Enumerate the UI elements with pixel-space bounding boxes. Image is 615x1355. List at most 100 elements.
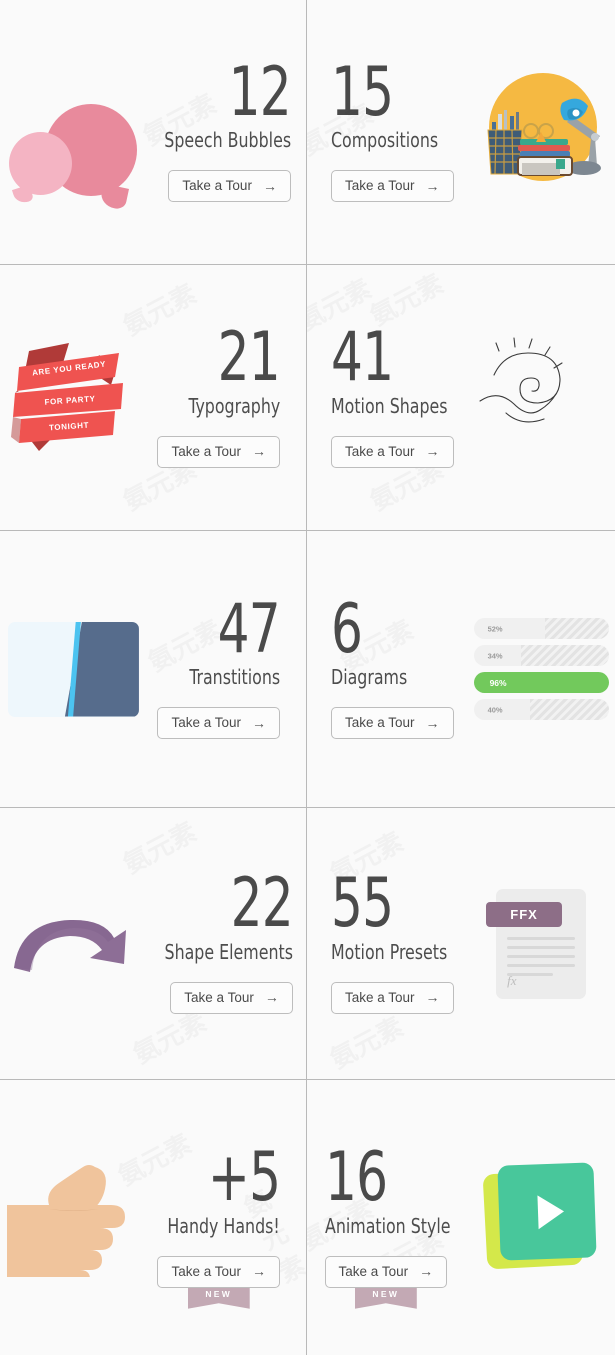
arrow-right-icon: → <box>425 177 440 194</box>
arrow-right-icon: → <box>252 1263 266 1280</box>
tour-button-wrap: Take a Tour → <box>157 707 280 740</box>
curved-arrow-illustration <box>0 808 147 1079</box>
tour-button-wrap: Take a Tour → <box>331 981 454 1014</box>
arrow-right-icon: → <box>425 714 440 731</box>
card-speech-bubbles[interactable]: 12 Speech Bubbles Take a Tour → 氨元素 <box>0 0 307 265</box>
document-shape: FFX fx <box>486 888 587 999</box>
thumbs-up-hand-illustration <box>0 1080 147 1355</box>
bar-value: 40% <box>487 705 503 714</box>
card-number: 41 <box>331 318 394 398</box>
ffx-document-illustration: FFX fx <box>467 808 615 1079</box>
card-label: Handy Hands! <box>167 1213 280 1238</box>
take-a-tour-label: Take a Tour <box>171 1263 241 1279</box>
spiral-line-art-illustration <box>467 265 615 530</box>
tour-button-wrap: Take a Tour → NEW <box>157 1255 280 1309</box>
arrow-right-icon: → <box>262 177 277 194</box>
take-a-tour-button[interactable]: Take a Tour → <box>331 435 454 468</box>
take-a-tour-label: Take a Tour <box>345 989 415 1005</box>
tour-button-wrap: Take a Tour → <box>157 435 280 468</box>
bar-row: 52% <box>473 618 609 639</box>
play-card-front[interactable] <box>497 1161 597 1261</box>
take-a-tour-button[interactable]: Take a Tour → <box>157 1255 280 1288</box>
play-button-card-illustration <box>467 1080 615 1355</box>
desk-lamp-books-illustration: ▲ <box>467 0 615 264</box>
arrow-right-icon: → <box>425 443 440 460</box>
card-shape-elements[interactable]: 22 Shape Elements Take a Tour → 氨元素 氨元素 <box>0 808 307 1080</box>
card-number: 16 <box>324 1138 388 1218</box>
tour-button-wrap: Take a Tour → <box>170 981 293 1014</box>
card-info: 15 Compositions Take a Tour → <box>307 58 467 203</box>
watermark: 氨元素 <box>323 1007 409 1076</box>
take-a-tour-button[interactable]: Take a Tour → <box>157 435 280 468</box>
bar-value: 52% <box>487 624 503 633</box>
take-a-tour-button[interactable]: Take a Tour → <box>168 170 291 203</box>
bar-row-highlighted: 96% <box>473 672 609 693</box>
card-label: Transtitions <box>189 665 280 690</box>
take-a-tour-label: Take a Tour <box>338 1263 409 1279</box>
card-number: 21 <box>217 318 281 398</box>
card-label: Diagrams <box>331 665 408 690</box>
card-compositions[interactable]: ▲ 15 Compositions Take a Tour → 氨元素 <box>307 0 615 265</box>
tour-button-wrap: Take a Tour → <box>331 707 454 740</box>
chevron-up-icon[interactable]: ▲ <box>533 128 550 145</box>
card-handy-hands[interactable]: +5 Handy Hands! Take a Tour → NEW 氨元素 氨元… <box>0 1080 307 1355</box>
speech-bubble-small <box>9 132 73 195</box>
speech-bubbles-illustration <box>0 0 147 264</box>
card-label: Speech Bubbles <box>164 128 291 153</box>
transition-card-illustration <box>0 531 147 807</box>
card-label: Animation Style <box>324 1213 451 1238</box>
card-transitions[interactable]: 47 Transtitions Take a Tour → 氨元素 <box>0 531 307 808</box>
ribbon-banner-illustration: ARE YOU READY FOR PARTY TONIGHT <box>0 265 147 530</box>
bar-row: 34% <box>473 645 609 666</box>
bar-chart-illustration: 52% 34% 96% 40% <box>467 531 615 807</box>
take-a-tour-label: Take a Tour <box>345 443 415 459</box>
card-info: 6 Diagrams Take a Tour → <box>307 589 467 740</box>
take-a-tour-label: Take a Tour <box>345 178 415 194</box>
take-a-tour-button[interactable]: Take a Tour → <box>331 170 454 203</box>
take-a-tour-button[interactable]: Take a Tour → <box>170 981 293 1014</box>
bar-value: 96% <box>489 677 507 688</box>
arrow-right-icon: → <box>425 989 440 1006</box>
play-card-stack <box>482 1161 597 1272</box>
card-label: Shape Elements <box>164 939 293 964</box>
card-info: +5 Handy Hands! Take a Tour → NEW <box>147 1138 306 1309</box>
card-motion-presets[interactable]: FFX fx 55 Motion Presets Take a Tour → 氨… <box>307 808 615 1080</box>
tour-button-wrap: Take a Tour → <box>331 435 454 468</box>
feature-grid: 12 Speech Bubbles Take a Tour → 氨元素 <box>0 0 615 1355</box>
take-a-tour-button[interactable]: Take a Tour → <box>157 707 280 740</box>
bar-value: 34% <box>487 651 503 660</box>
card-animation-style[interactable]: 16 Animation Style Take a Tour → NEW 氨元素… <box>307 1080 615 1355</box>
card-diagrams[interactable]: 52% 34% 96% 40% 6 Diagrams Take a Tour → <box>307 531 615 808</box>
card-number: +5 <box>207 1138 281 1218</box>
card-info: 16 Animation Style Take a Tour → NEW <box>307 1138 467 1309</box>
card-typography[interactable]: ARE YOU READY FOR PARTY TONIGHT 21 Typog… <box>0 265 307 531</box>
tour-button-wrap: Take a Tour → <box>331 170 454 203</box>
take-a-tour-label: Take a Tour <box>184 989 254 1005</box>
ffx-badge: FFX <box>486 901 563 927</box>
card-motion-shapes[interactable]: 41 Motion Shapes Take a Tour → 氨元素 氨元素 氨… <box>307 265 615 531</box>
take-a-tour-label: Take a Tour <box>182 178 252 194</box>
card-label: Motion Presets <box>331 939 448 964</box>
take-a-tour-label: Take a Tour <box>171 443 241 459</box>
card-info: 41 Motion Shapes Take a Tour → <box>307 318 467 468</box>
take-a-tour-button[interactable]: Take a Tour → <box>331 707 454 740</box>
card-label: Typography <box>188 393 280 418</box>
document-lines <box>507 936 576 982</box>
card-info: 22 Shape Elements Take a Tour → <box>147 870 306 1014</box>
transition-card-shape <box>7 621 139 717</box>
card-number: 12 <box>228 52 292 132</box>
card-info: 12 Speech Bubbles Take a Tour → <box>147 52 306 203</box>
fx-glyph-icon: fx <box>507 972 517 988</box>
take-a-tour-button[interactable]: Take a Tour → <box>331 981 454 1014</box>
tour-button-wrap: Take a Tour → <box>168 170 291 203</box>
arrow-right-icon: → <box>252 443 266 460</box>
tour-button-wrap: Take a Tour → NEW <box>324 1255 448 1309</box>
card-number: 6 <box>331 589 363 669</box>
card-label: Compositions <box>331 128 439 153</box>
card-label: Motion Shapes <box>331 393 448 418</box>
bar-chart: 52% 34% 96% 40% <box>473 618 609 720</box>
card-number: 47 <box>217 589 281 669</box>
take-a-tour-button[interactable]: Take a Tour → <box>324 1255 448 1288</box>
play-icon <box>537 1193 565 1229</box>
card-number: 55 <box>331 864 394 944</box>
